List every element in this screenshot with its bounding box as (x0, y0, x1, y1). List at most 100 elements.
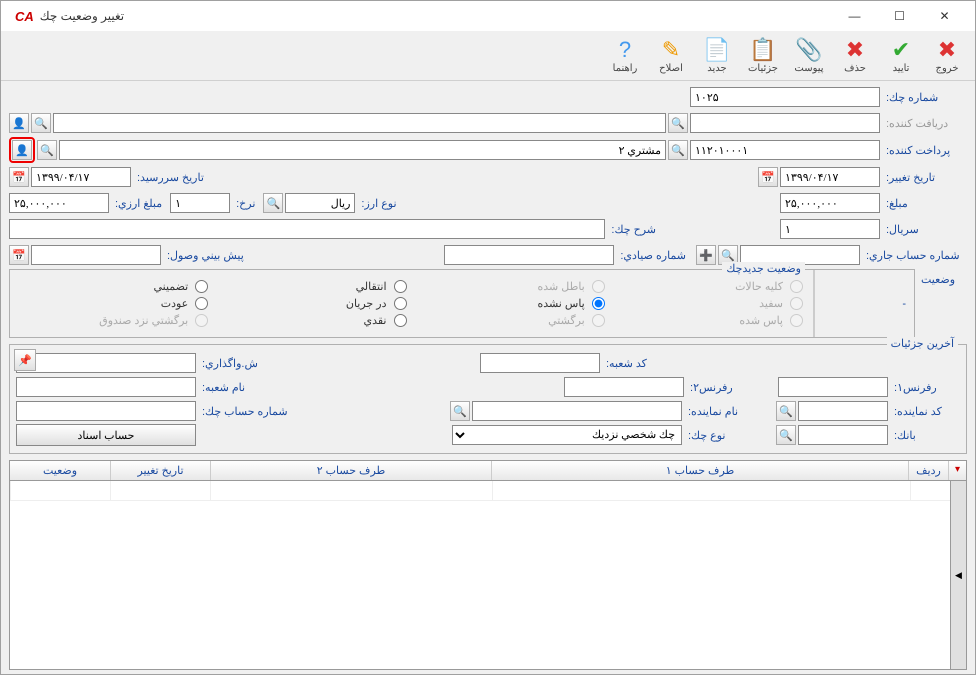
branch-name-input[interactable] (16, 377, 196, 397)
receiver-code-input[interactable] (690, 113, 880, 133)
bank-search-icon[interactable]: 🔍 (776, 425, 796, 445)
attach-icon: 📎 (796, 37, 822, 63)
payer-search-icon[interactable]: 🔍 (668, 140, 688, 160)
filter-icon[interactable]: ▾ (948, 461, 966, 480)
status-in-progress[interactable]: در جريان (218, 297, 406, 310)
delete-button[interactable]: ✖حذف (833, 33, 877, 78)
status-not-passed[interactable]: پاس نشده (417, 297, 605, 310)
status-bounced-fund: برگشتي نزد صندوق (20, 314, 208, 327)
forecast-label: پيش بيني وصول: (163, 249, 244, 262)
currency-type-input[interactable] (285, 193, 355, 213)
forecast-cal-icon[interactable]: 📅 (9, 245, 29, 265)
status-section-label: وضعيت (917, 269, 967, 338)
exit-icon: ✖ (934, 37, 960, 63)
check-type-select[interactable]: چك شخصي نزديك (452, 425, 682, 445)
ref2-input[interactable] (564, 377, 684, 397)
account-add-icon[interactable]: ➕ (696, 245, 716, 265)
receiver-search2-icon[interactable]: 🔍 (31, 113, 51, 133)
check-number-input[interactable] (690, 87, 880, 107)
col-change-date: تاريخ تغيير (110, 461, 210, 480)
col-side1: طرف حساب ١ (491, 461, 908, 480)
currency-amount-label: مبلغ ارزي: (111, 197, 162, 210)
agent-name-input[interactable] (472, 401, 682, 421)
edit-icon: ✎ (658, 37, 684, 63)
check-account-label: شماره حساب چك: (198, 405, 288, 418)
docs-account-button[interactable]: حساب اسناد (16, 424, 196, 446)
check-desc-label: شرح چك: (607, 223, 656, 236)
table-body (10, 481, 950, 669)
branch-code-input[interactable] (480, 353, 600, 373)
agent-code-input[interactable] (798, 401, 888, 421)
status-cash[interactable]: نقدي (218, 314, 406, 327)
amount-label: مبلغ: (882, 197, 967, 210)
forecast-input[interactable] (31, 245, 161, 265)
payer-label: پرداخت كننده: (882, 144, 967, 157)
exit-button[interactable]: ✖خروج (925, 33, 969, 78)
table-row[interactable] (10, 481, 950, 501)
status-radio-group: كليه حالات باطل شده انتقالي تضميني سفيد … (16, 276, 807, 331)
deposit-no-label: ش.واگذاري: (198, 357, 258, 370)
payer-code-input[interactable] (690, 140, 880, 160)
delete-icon: ✖ (842, 37, 868, 63)
agent-name-label: نام نماينده: (684, 405, 754, 418)
status-passed: پاس شده (615, 314, 803, 327)
app-icon: CA (15, 9, 34, 24)
col-status: وضعيت (10, 461, 110, 480)
ref2-label: رفرنس٢: (686, 381, 756, 394)
edit-button[interactable]: ✎اصلاح (649, 33, 693, 78)
branch-code-label: كد شعبه: (602, 357, 672, 370)
currency-type-label: نوع ارز: (357, 197, 396, 210)
branch-name-label: نام شعبه: (198, 381, 245, 394)
status-bounced: برگشتي (417, 314, 605, 327)
rate-input[interactable] (170, 193, 230, 213)
bank-input[interactable] (798, 425, 888, 445)
check-desc-input[interactable] (9, 219, 605, 239)
status-returned[interactable]: عودت (20, 297, 208, 310)
receiver-name-input[interactable] (53, 113, 666, 133)
serial-input[interactable] (780, 219, 880, 239)
change-date-input[interactable] (780, 167, 880, 187)
last-details-label: آخرين جزئيات (887, 337, 958, 350)
bank-label: بانك: (890, 429, 960, 442)
rate-label: نرخ: (232, 197, 255, 210)
pin-icon[interactable]: 📌 (14, 349, 36, 371)
check-account-input[interactable] (16, 401, 196, 421)
status-current: - (814, 270, 914, 337)
deposit-no-input[interactable] (16, 353, 196, 373)
due-date-cal-icon[interactable]: 📅 (9, 167, 29, 187)
payer-name-input[interactable] (59, 140, 666, 160)
sayadi-input[interactable] (444, 245, 614, 265)
close-button[interactable]: ✕ (922, 2, 967, 30)
agent-search-icon[interactable]: 🔍 (776, 401, 796, 421)
table-scroll-left[interactable]: ◀ (950, 481, 966, 669)
receiver-search-icon[interactable]: 🔍 (668, 113, 688, 133)
new-status-label: وضعيت جديدچك (722, 262, 805, 275)
receiver-person-icon[interactable]: 👤 (9, 113, 29, 133)
details-button[interactable]: 📋جزئيات (741, 33, 785, 78)
due-date-input[interactable] (31, 167, 131, 187)
status-all: كليه حالات (615, 280, 803, 293)
payer-search2-icon[interactable]: 🔍 (37, 140, 57, 160)
ref1-input[interactable] (778, 377, 888, 397)
maximize-button[interactable]: ☐ (877, 2, 922, 30)
confirm-icon: ✔ (888, 37, 914, 63)
check-type-label: نوع چك: (684, 429, 754, 442)
currency-amount-input[interactable] (9, 193, 109, 213)
minimize-button[interactable]: — (832, 2, 877, 30)
amount-input[interactable] (780, 193, 880, 213)
agent-name-search-icon[interactable]: 🔍 (450, 401, 470, 421)
status-guarantee[interactable]: تضميني (20, 280, 208, 293)
agent-code-label: كد نماينده: (890, 405, 960, 418)
new-button[interactable]: 📄جديد (695, 33, 739, 78)
confirm-button[interactable]: ✔تاييد (879, 33, 923, 78)
payer-person-icon[interactable]: 👤 (12, 140, 32, 160)
help-button[interactable]: ?راهنما (603, 33, 647, 78)
history-table: ▾ رديف طرف حساب ١ طرف حساب ٢ تاريخ تغيير… (9, 460, 967, 670)
attach-button[interactable]: 📎پيوست (787, 33, 831, 78)
help-icon: ? (612, 37, 638, 63)
change-date-cal-icon[interactable]: 📅 (758, 167, 778, 187)
current-account-label: شماره حساب جاري: (862, 249, 967, 262)
currency-search-icon[interactable]: 🔍 (263, 193, 283, 213)
col-row: رديف (908, 461, 948, 480)
status-transfer[interactable]: انتقالي (218, 280, 406, 293)
